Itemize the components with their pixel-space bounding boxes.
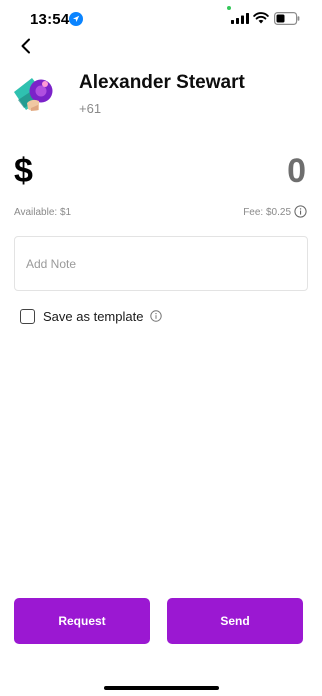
note-input[interactable]: Add Note [14, 236, 308, 291]
status-bar: 13:54 [0, 0, 322, 40]
fee-label: Fee: $0.25 [243, 207, 291, 218]
info-icon[interactable] [150, 310, 163, 322]
home-indicator[interactable] [104, 686, 219, 690]
chevron-left-icon [21, 38, 30, 54]
cellular-signal-icon [231, 13, 249, 24]
contact-name: Alexander Stewart [79, 72, 245, 93]
send-button[interactable]: Send [167, 598, 303, 644]
save-template-checkbox[interactable] [20, 308, 35, 324]
contact-phone: +61 [79, 101, 102, 116]
battery-icon [274, 12, 300, 25]
location-arrow-icon [69, 12, 83, 26]
request-button[interactable]: Request [14, 598, 150, 644]
info-icon[interactable] [294, 205, 307, 218]
status-time: 13:54 [30, 11, 70, 28]
amount-input[interactable]: 0 [287, 152, 306, 191]
privacy-indicator-dot [227, 6, 231, 10]
wifi-icon [253, 12, 269, 24]
note-placeholder: Add Note [26, 256, 77, 271]
back-button[interactable] [14, 34, 38, 58]
available-balance: Available: $1 [14, 207, 72, 218]
save-template-label: Save as template [43, 308, 144, 324]
currency-symbol: $ [14, 152, 33, 190]
avatar [14, 78, 53, 111]
save-template-row[interactable]: Save as template [20, 306, 163, 326]
